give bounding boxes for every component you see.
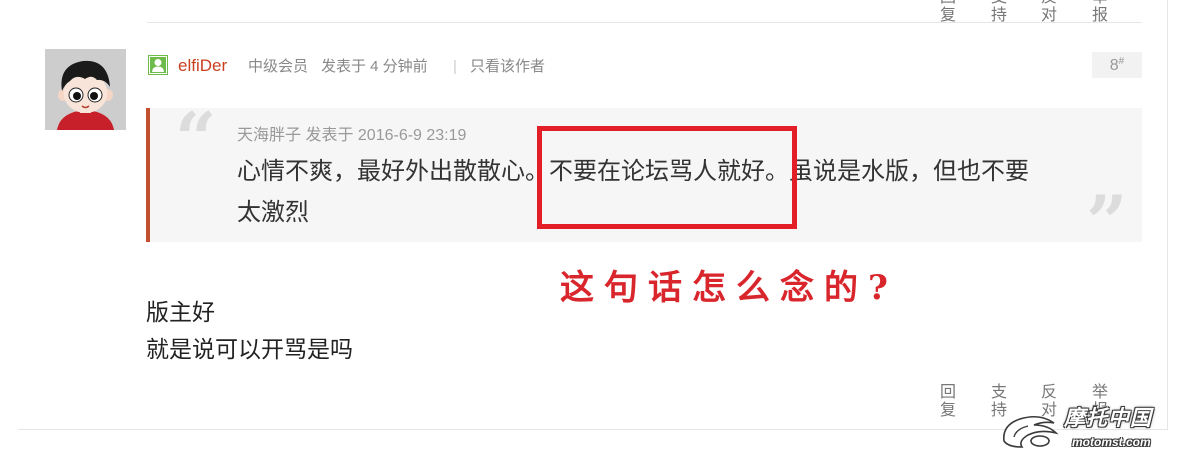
annotation-highlight-box [537,126,797,229]
reply-link[interactable]: 回复 [940,384,956,420]
online-user-icon [148,55,168,75]
meta-separator: | [453,58,457,75]
user-rank: 中级会员 [248,58,309,75]
floor-number-value: 8 [1109,57,1119,74]
floor-number[interactable]: 8# [1092,52,1142,78]
close-quote-icon: ” [1086,179,1128,264]
floor-number-suffix: # [1118,56,1125,67]
watermark-title: 摩托中国 [1064,407,1152,430]
watermark-url: motomst.com [1072,435,1151,449]
post-content-line-1: 版主好 [146,299,215,325]
author-name-link[interactable]: elfiDer [178,55,227,77]
post-time: 发表于 4 分钟前 [321,58,428,75]
post-content-line-2: 就是说可以开骂是吗 [146,336,353,362]
site-watermark: 摩托中国 motomst.com [1000,405,1172,453]
cartoon-boy-avatar-icon [45,49,126,130]
motorcycle-logo-icon [1003,415,1059,448]
quote-meta: 天海胖子 发表于 2016-6-9 23:19 [237,127,467,144]
post-divider [147,22,1142,23]
open-quote-icon: “ [175,96,217,181]
only-author-link[interactable]: 只看该作者 [470,57,545,77]
avatar[interactable] [45,49,126,130]
quote-text-line-2: 太激烈 [237,199,309,226]
annotation-text: 这句话怎么念的? [560,268,898,308]
